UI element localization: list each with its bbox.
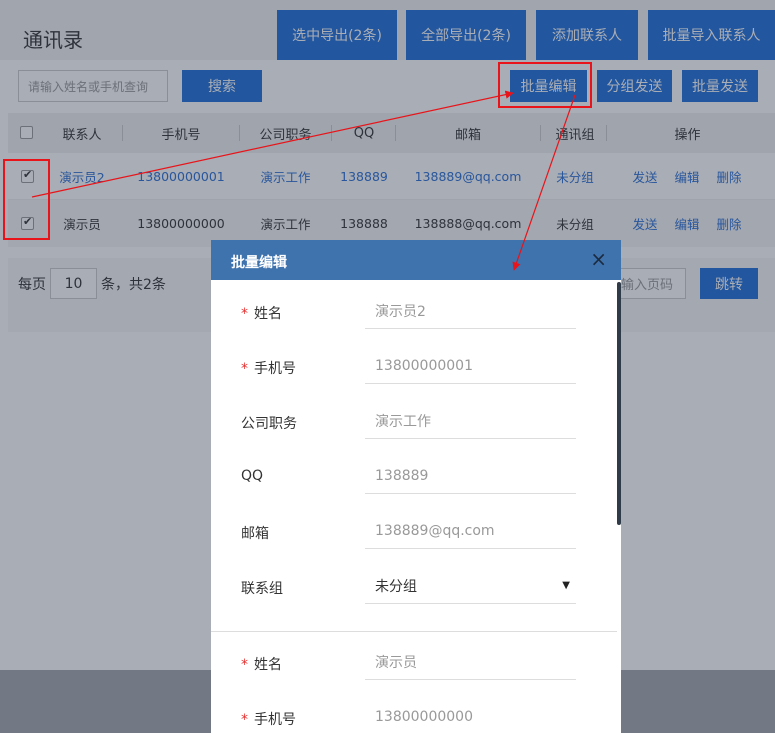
required-mark: * xyxy=(241,306,248,322)
caret-down-icon: ▼ xyxy=(562,580,570,591)
batch-edit-dialog: 批量编辑 × * 姓名 演示员2 * 手机号 13800000001 公司职务 演示… xyxy=(211,240,621,733)
group-select[interactable]: 未分组 ▼ xyxy=(365,568,576,604)
required-mark: * xyxy=(241,361,248,377)
group-select-value: 未分组 xyxy=(375,578,417,595)
name-field[interactable]: 演示员 xyxy=(365,644,576,680)
name-label-text: 姓名 xyxy=(254,657,282,673)
name-label: * 姓名 xyxy=(241,654,282,674)
job-label: 公司职务 xyxy=(241,416,297,432)
close-icon[interactable]: × xyxy=(590,249,607,269)
email-field[interactable]: 138889@qq.com xyxy=(365,513,576,549)
highlight-batch-edit xyxy=(498,62,592,108)
phone-label-text: 手机号 xyxy=(254,712,296,728)
required-mark: * xyxy=(241,657,248,673)
dialog-scrollbar[interactable] xyxy=(617,282,621,525)
name-label-text: 姓名 xyxy=(254,306,282,322)
group-label: 联系组 xyxy=(241,581,283,597)
phone-field[interactable]: 13800000000 xyxy=(365,699,576,733)
highlight-checkboxes xyxy=(3,159,50,240)
name-field[interactable]: 演示员2 xyxy=(365,293,576,329)
dialog-title: 批量编辑 xyxy=(231,255,287,271)
record-divider xyxy=(211,631,617,632)
phone-label: * 手机号 xyxy=(241,358,296,378)
phone-label-text: 手机号 xyxy=(254,361,296,377)
job-field[interactable]: 演示工作 xyxy=(365,403,576,439)
name-label: * 姓名 xyxy=(241,303,282,323)
email-label: 邮箱 xyxy=(241,526,269,542)
qq-label: QQ xyxy=(241,468,264,484)
dialog-header: 批量编辑 × xyxy=(211,240,621,280)
phone-field[interactable]: 13800000001 xyxy=(365,348,576,384)
phone-label: * 手机号 xyxy=(241,709,296,729)
qq-field[interactable]: 138889 xyxy=(365,458,576,494)
required-mark: * xyxy=(241,712,248,728)
